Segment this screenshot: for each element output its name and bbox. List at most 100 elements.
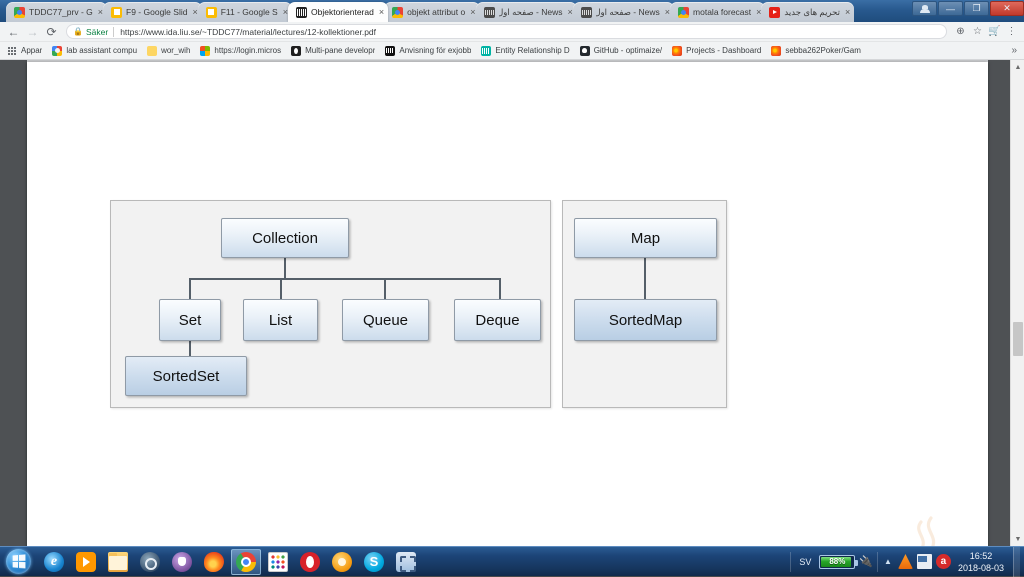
bookmark-label: wor_wih — [161, 46, 190, 56]
google-slides-icon — [111, 7, 122, 18]
firefox-icon — [771, 46, 781, 56]
diagram-node-sortedmap[interactable]: SortedMap — [574, 299, 717, 341]
bookmark-item[interactable]: Anvisning för exjobb — [380, 46, 476, 56]
taskbar-app-windows-media-player[interactable] — [71, 549, 101, 575]
github-icon — [580, 46, 590, 56]
bookmarks-overflow-icon[interactable]: » — [1006, 45, 1022, 56]
battery-indicator[interactable]: 88% — [819, 555, 855, 569]
minimize-button[interactable]: — — [938, 1, 963, 16]
bookmark-item[interactable]: Entity Relationship D — [476, 46, 574, 56]
tab-title: News - صفحه اول — [499, 7, 563, 18]
java-logo-watermark — [875, 514, 985, 546]
taskbar-app-file-explorer[interactable] — [103, 549, 133, 575]
browser-tab[interactable]: TDDC77_prv - G × — [6, 2, 107, 22]
browser-tab[interactable]: F11 - Google S × — [198, 2, 292, 22]
microsoft-icon — [200, 46, 210, 56]
omnibox-divider — [113, 27, 114, 37]
maximize-button[interactable]: ❐ — [964, 1, 989, 16]
scroll-up-icon[interactable]: ▲ — [1011, 60, 1024, 74]
clock-date: 2018-08-03 — [958, 562, 1004, 574]
clock[interactable]: 16:52 2018-08-03 — [955, 550, 1009, 574]
browser-tab[interactable]: تحریم های جدید × — [761, 2, 854, 22]
diagram-node-collection[interactable]: Collection — [221, 218, 349, 258]
chrome-menu-icon[interactable]: ⋮ — [1003, 23, 1020, 40]
bookmark-item[interactable]: lab assistant compu — [47, 46, 142, 56]
taskbar-app-app-launcher[interactable] — [263, 549, 293, 575]
reload-button[interactable]: ⟳ — [42, 23, 61, 41]
taskbar-app-firefox[interactable] — [199, 549, 229, 575]
scrollbar-thumb[interactable] — [1013, 322, 1023, 356]
tray-divider — [877, 552, 878, 572]
cart-icon[interactable]: 🛒 — [986, 23, 1003, 40]
taskbar-app-opera[interactable] — [295, 549, 325, 575]
address-bar[interactable]: 🔒 Säker https://www.ida.liu.se/~TDDC77/m… — [66, 24, 947, 39]
bookmark-item[interactable]: Multi-pane developr — [286, 46, 380, 56]
taskbar-app-google-chrome[interactable] — [231, 549, 261, 575]
back-button[interactable]: ← — [4, 23, 23, 41]
browser-tab[interactable]: F9 - Google Slid × — [103, 2, 202, 22]
window-controls: — ❐ ✕ — [911, 0, 1024, 17]
bookmark-item[interactable]: wor_wih — [142, 46, 195, 56]
browser-toolbar: ← → ⟳ 🔒 Säker https://www.ida.liu.se/~TD… — [0, 22, 1024, 42]
tab-title: F9 - Google Slid — [126, 7, 187, 18]
diagram-node-set[interactable]: Set — [159, 299, 221, 341]
browser-tab[interactable]: motala forecast × — [670, 2, 765, 22]
node-label: List — [269, 312, 292, 329]
diagram-node-queue[interactable]: Queue — [342, 299, 429, 341]
diagram-node-deque[interactable]: Deque — [454, 299, 541, 341]
google-slides-icon — [206, 7, 217, 18]
taskbar-app-internet-explorer[interactable] — [39, 549, 69, 575]
close-window-button[interactable]: ✕ — [990, 1, 1024, 16]
tab-close-icon[interactable]: × — [470, 8, 475, 17]
bookmark-star-icon[interactable]: ☆ — [969, 23, 986, 40]
opera-icon — [300, 552, 320, 572]
network-flag-icon[interactable] — [917, 554, 932, 569]
vertical-scrollbar[interactable]: ▲ ▼ — [1010, 60, 1024, 546]
tray-divider — [790, 552, 791, 572]
diagram-node-map[interactable]: Map — [574, 218, 717, 258]
profile-button[interactable] — [912, 1, 937, 16]
tab-close-icon[interactable]: × — [568, 8, 573, 17]
map-hierarchy-panel: Map SortedMap — [562, 200, 727, 408]
diagram-node-sortedset[interactable]: SortedSet — [125, 356, 247, 396]
browser-tab-active[interactable]: Objektorienterad × — [288, 2, 388, 22]
taskbar-app-snipping-tool[interactable] — [391, 549, 421, 575]
tab-close-icon[interactable]: × — [845, 8, 850, 17]
antivirus-icon[interactable] — [936, 554, 951, 569]
diagram-node-list[interactable]: List — [243, 299, 318, 341]
forward-button[interactable]: → — [23, 23, 42, 41]
bookmark-item[interactable]: sebba262Poker/Gam — [766, 46, 866, 56]
node-label: Collection — [252, 230, 318, 247]
browser-tab[interactable]: News - صفحه اول × — [573, 2, 674, 22]
taskbar-app-viber[interactable] — [167, 549, 197, 575]
show-hidden-icons-icon[interactable]: ▲ — [882, 557, 894, 566]
bookmark-item[interactable]: GitHub - optimaize/ — [575, 46, 667, 56]
start-button[interactable] — [1, 548, 35, 576]
bookmark-item[interactable]: Projects - Dashboard — [667, 46, 766, 56]
taskbar-app-skype[interactable] — [359, 549, 389, 575]
chrome-drive-icon — [14, 7, 25, 18]
browser-tab[interactable]: objekt attribut o × — [384, 2, 479, 22]
show-desktop-button[interactable] — [1013, 547, 1020, 577]
connector-collection-stem — [284, 258, 286, 280]
taskbar-app-settings[interactable] — [327, 549, 357, 575]
clock-time: 16:52 — [958, 550, 1004, 562]
tab-strip: TDDC77_prv - G × F9 - Google Slid × F11 … — [0, 0, 1024, 22]
browser-tab[interactable]: News - صفحه اول × — [476, 2, 577, 22]
dark-circle-icon — [291, 46, 301, 56]
tab-close-icon[interactable]: × — [379, 8, 384, 17]
node-label: Queue — [363, 312, 408, 329]
taskbar-app-steam[interactable] — [135, 549, 165, 575]
bookmark-item[interactable]: https://login.micros — [195, 46, 286, 56]
viber-icon — [172, 552, 192, 572]
language-indicator[interactable]: SV — [795, 557, 815, 567]
power-plug-icon[interactable]: 🔌 — [859, 555, 873, 568]
tab-title: TDDC77_prv - G — [29, 7, 93, 18]
bookmark-item[interactable]: Appar — [2, 46, 47, 56]
vlc-tray-icon[interactable] — [898, 554, 913, 569]
bookmark-label: Appar — [21, 46, 42, 56]
zoom-icon[interactable]: ⊕ — [952, 23, 969, 40]
node-label: Map — [631, 230, 660, 247]
tab-close-icon[interactable]: × — [192, 8, 197, 17]
scroll-down-icon[interactable]: ▼ — [1011, 532, 1024, 546]
